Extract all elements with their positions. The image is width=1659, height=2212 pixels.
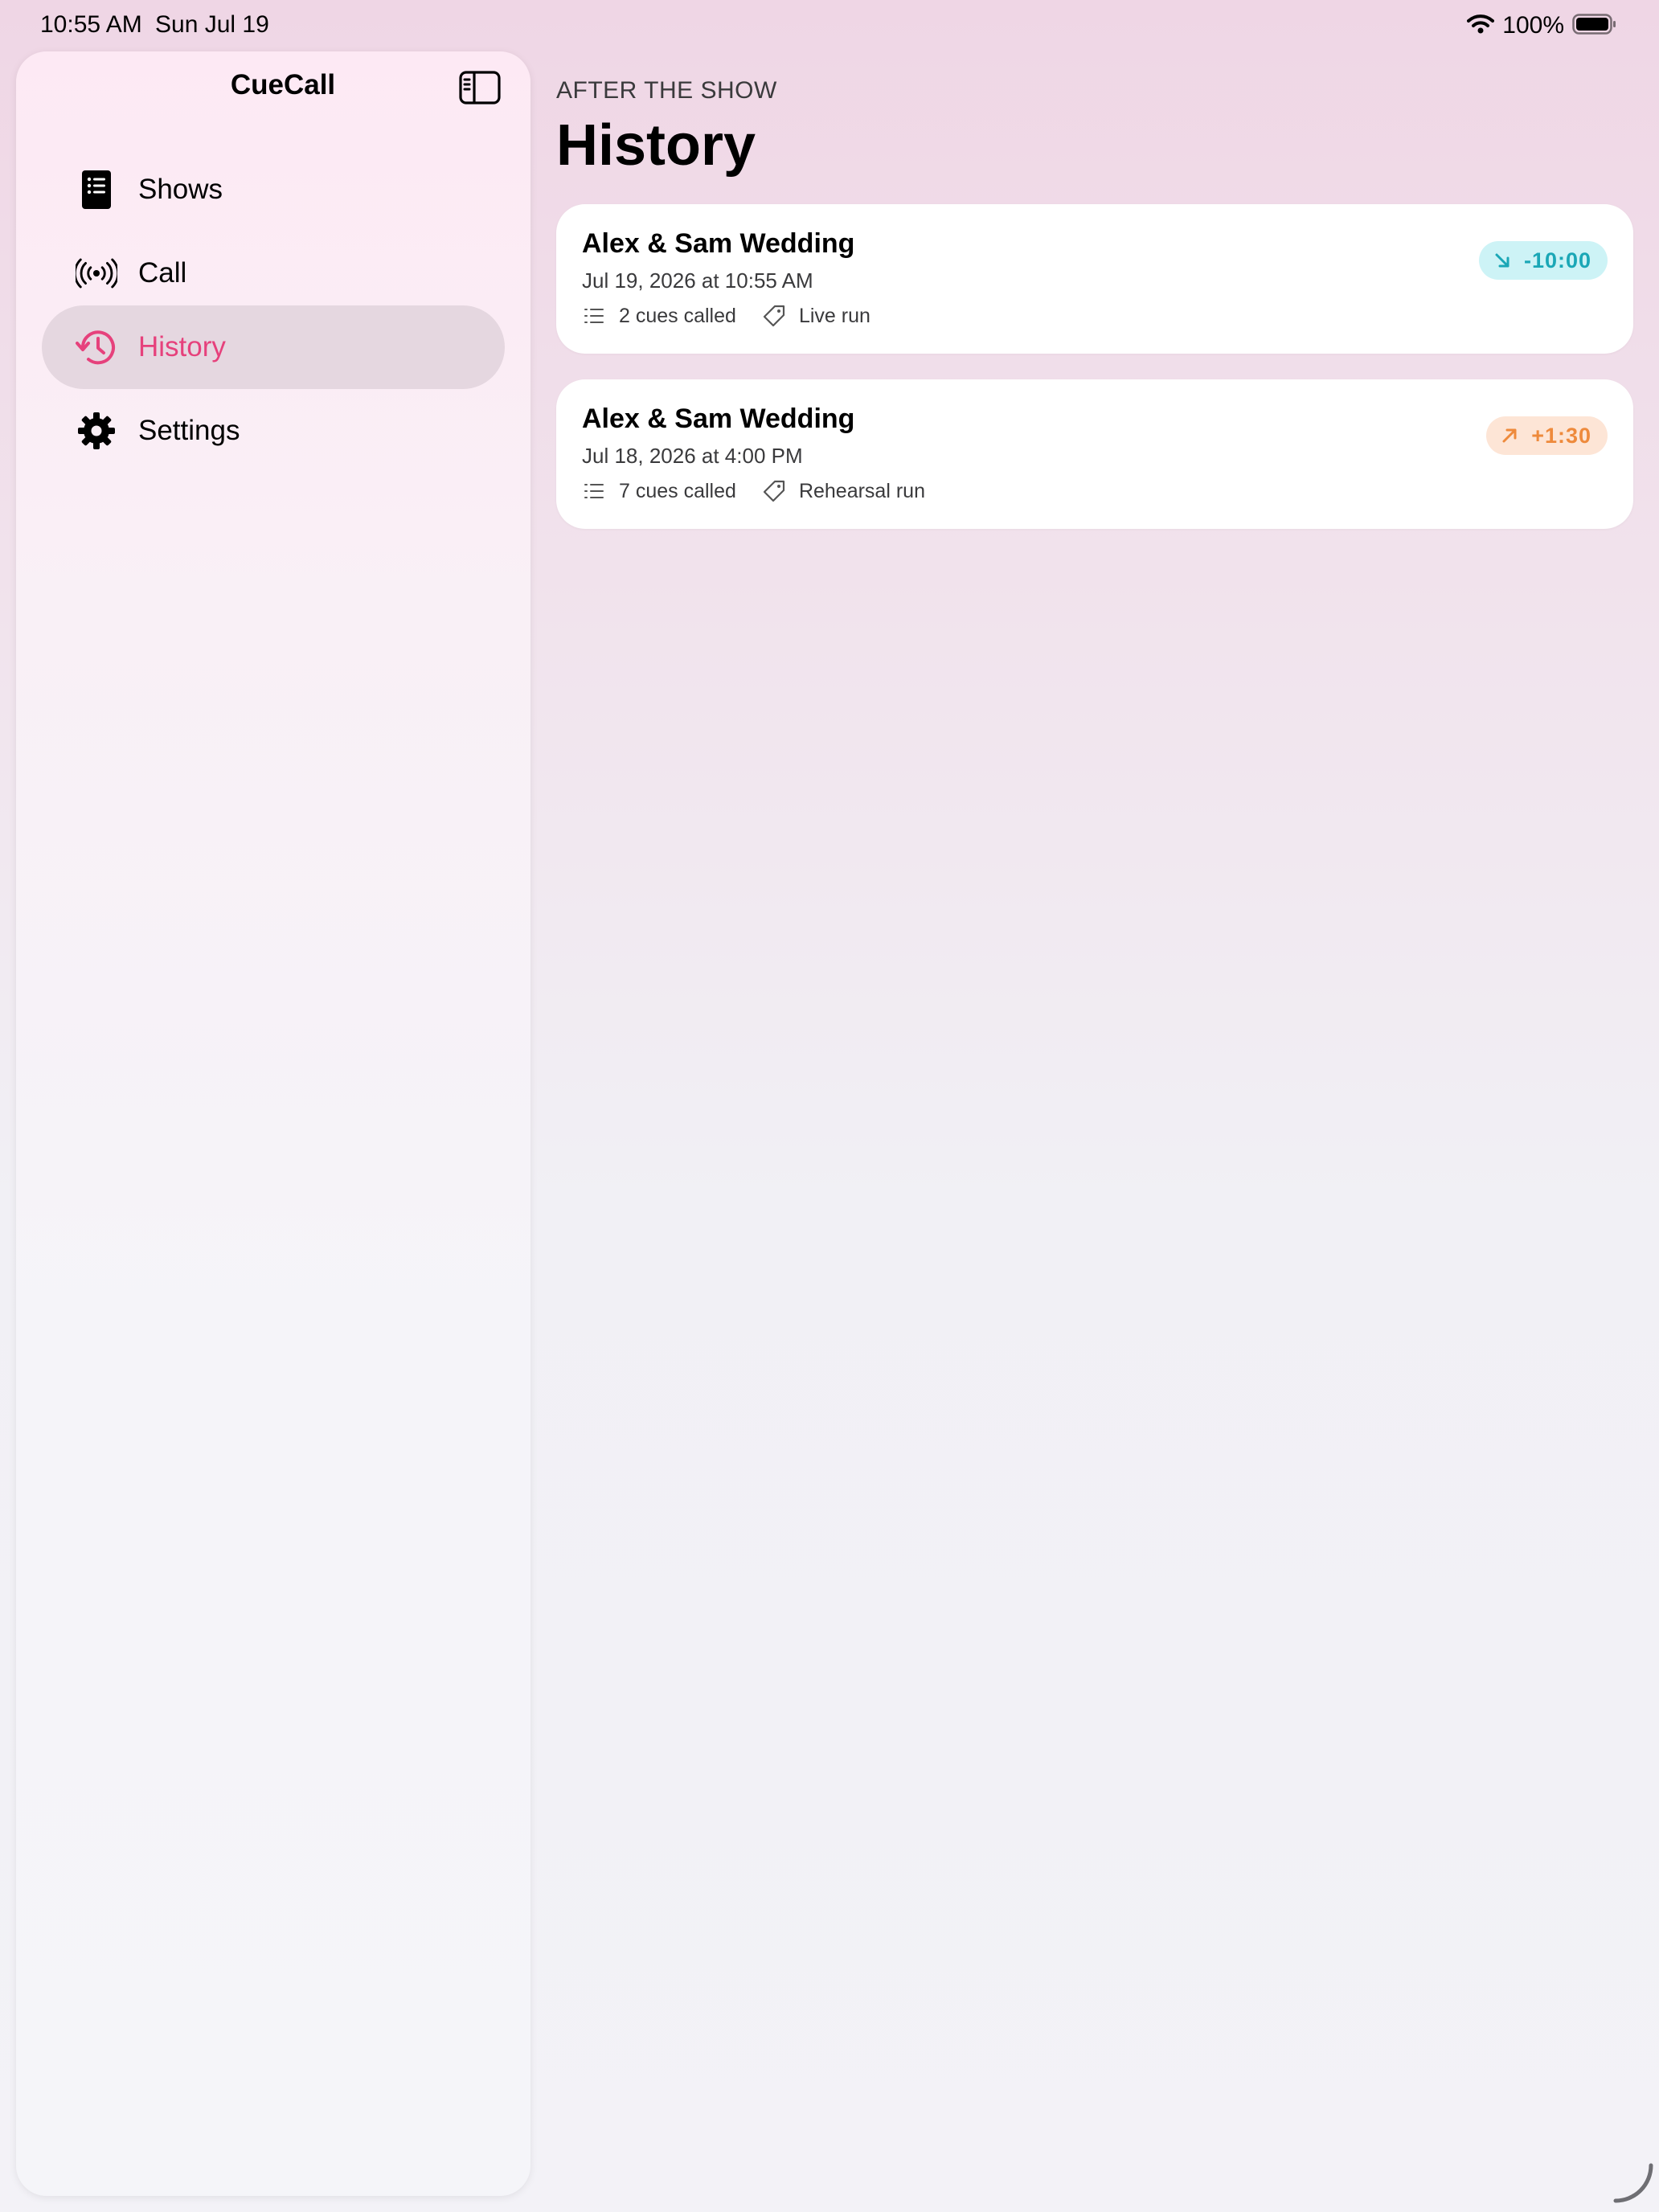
cue-count: 7 cues called: [619, 479, 736, 502]
sidebar-item-label: Settings: [138, 415, 240, 446]
section-eyebrow: AFTER THE SHOW: [556, 77, 777, 104]
run-date: Jul 18, 2026 at 4:00 PM: [582, 444, 803, 468]
history-card[interactable]: Alex & Sam Wedding Jul 18, 2026 at 4:00 …: [556, 379, 1633, 529]
run-title: Alex & Sam Wedding: [582, 228, 855, 259]
resize-grip[interactable]: [1611, 2161, 1656, 2206]
run-meta: 7 cues called Rehearsal run: [582, 477, 925, 505]
wifi-icon: [1467, 14, 1495, 39]
time-delta: +1:30: [1531, 423, 1591, 448]
sidebar-item-label: History: [138, 331, 226, 363]
page-title: History: [556, 113, 756, 178]
sidebar-item-history[interactable]: History: [42, 305, 505, 389]
status-time: 10:55 AM: [40, 11, 142, 38]
run-title: Alex & Sam Wedding: [582, 403, 855, 434]
status-date: Sun Jul 19: [155, 11, 269, 38]
tag-icon: [762, 479, 786, 503]
sidebar-item-call[interactable]: Call: [42, 231, 505, 315]
sidebar-item-label: Shows: [138, 174, 223, 205]
tag-icon: [762, 304, 786, 328]
cue-count: 2 cues called: [619, 304, 736, 327]
sidebar-toggle-icon[interactable]: [459, 71, 501, 104]
time-delta-badge: -10:00: [1478, 241, 1608, 280]
arrow-up-right-icon: [1499, 425, 1520, 446]
run-type: Rehearsal run: [798, 479, 925, 502]
time-delta-badge: +1:30: [1486, 416, 1608, 455]
sidebar: CueCall Shows Call History Settings: [16, 51, 530, 2196]
status-indicators: 100%: [1467, 11, 1617, 40]
sidebar-item-shows[interactable]: Shows: [42, 148, 505, 231]
list-icon: [582, 479, 606, 503]
battery-percentage: 100%: [1502, 12, 1564, 39]
book-list-icon: [76, 169, 117, 211]
status-bar: 10:55 AM Sun Jul 19 100%: [0, 0, 1659, 51]
run-meta: 2 cues called Live run: [582, 302, 870, 330]
sidebar-item-label: Call: [138, 257, 187, 289]
history-clock-icon: [76, 326, 117, 368]
history-card[interactable]: Alex & Sam Wedding Jul 19, 2026 at 10:55…: [556, 204, 1633, 354]
run-type: Live run: [798, 304, 870, 327]
list-icon: [582, 304, 606, 328]
run-date: Jul 19, 2026 at 10:55 AM: [582, 268, 813, 293]
time-delta: -10:00: [1523, 248, 1591, 272]
gear-icon: [76, 410, 117, 452]
battery-icon: [1572, 13, 1617, 39]
sidebar-item-settings[interactable]: Settings: [42, 389, 505, 473]
broadcast-icon: [76, 252, 117, 294]
arrow-down-right-icon: [1492, 250, 1513, 271]
